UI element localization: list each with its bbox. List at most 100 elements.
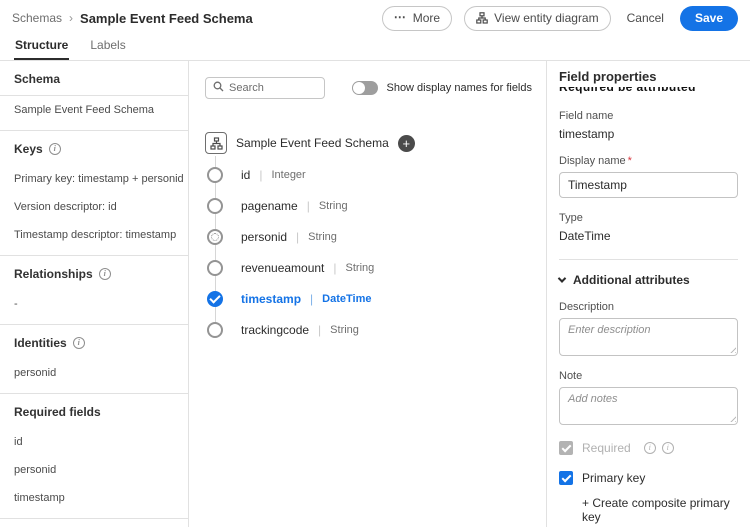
header-actions: ⋯ More View entity diagram Cancel Save [382, 6, 738, 31]
description-textarea[interactable] [559, 318, 738, 356]
type-separator: | [310, 292, 313, 306]
field-type: String [308, 231, 337, 243]
field-type: Integer [271, 169, 305, 181]
keys-item-version: Version descriptor: id [0, 193, 188, 221]
tab-labels[interactable]: Labels [89, 36, 126, 60]
display-names-toggle[interactable] [352, 81, 378, 95]
tab-structure[interactable]: Structure [14, 36, 69, 60]
field-properties-title: Field properties [559, 69, 738, 84]
section-keys-title: Keys i [0, 142, 188, 165]
type-separator: | [259, 168, 262, 182]
required-item-personid: personid [0, 456, 188, 484]
field-row-trackingcode[interactable]: trackingcode | String [205, 314, 546, 345]
identities-info-icon[interactable]: i [73, 337, 85, 349]
display-names-toggle-label: Show display names for fields [386, 82, 532, 94]
tab-bar: Structure Labels [0, 36, 750, 60]
additional-attributes-toggle[interactable]: Additional attributes [559, 273, 738, 287]
identity-field-icon[interactable] [207, 229, 223, 245]
field-row-pagename[interactable]: pagename | String [205, 190, 546, 221]
field-radio-icon[interactable] [207, 198, 223, 214]
required-item-id: id [0, 428, 188, 456]
required-checkbox[interactable] [559, 441, 573, 455]
relationships-info-icon[interactable]: i [99, 268, 111, 280]
view-entity-diagram-button[interactable]: View entity diagram [464, 6, 611, 31]
display-names-toggle-group[interactable]: Show display names for fields [352, 81, 532, 95]
field-type: DateTime [322, 293, 371, 305]
field-radio-icon[interactable] [207, 260, 223, 276]
breadcrumb-separator: › [69, 11, 73, 25]
selected-check-icon[interactable] [207, 291, 223, 307]
field-row-id[interactable]: id | Integer [205, 159, 546, 190]
required-checkbox-label: Required [582, 441, 631, 455]
required-icons: i i [644, 442, 674, 454]
note-textarea[interactable] [559, 387, 738, 425]
section-schema: Schema Sample Event Feed Schema [0, 61, 188, 131]
field-name-label: Field name [559, 110, 738, 122]
field-type: String [319, 200, 348, 212]
type-separator: | [307, 199, 310, 213]
type-separator: | [333, 261, 336, 275]
chevron-down-icon [558, 274, 566, 282]
content: Schema Sample Event Feed Schema Keys i P… [0, 61, 750, 527]
toggle-knob [353, 82, 365, 94]
field-radio-icon[interactable] [207, 322, 223, 338]
tree-root-row[interactable]: Sample Event Feed Schema + [205, 131, 546, 155]
primary-key-label: Primary key [582, 471, 645, 485]
field-type: String [346, 262, 375, 274]
schema-name-item[interactable]: Sample Event Feed Schema [0, 96, 188, 124]
display-name-label: Display name* [559, 155, 738, 167]
section-required-fields: Required fields id personid timestamp [0, 394, 188, 519]
schema-tree: Sample Event Feed Schema + id | Integer … [205, 131, 546, 345]
create-composite-primary-key-link[interactable]: + Create composite primary key [582, 496, 738, 524]
clipped-scrolled-text: Required be attributed [559, 87, 738, 96]
type-label: Type [559, 212, 738, 224]
required-checkbox-row[interactable]: Required i i [559, 441, 738, 455]
save-button[interactable]: Save [680, 6, 738, 31]
section-identities-title: Identities i [0, 336, 188, 359]
top-bar: Schemas › Sample Event Feed Schema ⋯ Mor… [0, 0, 750, 36]
field-name: trackingcode [241, 323, 309, 337]
description-label: Description [559, 301, 738, 313]
note-label: Note [559, 370, 738, 382]
keys-item-primary: Primary key: timestamp + personid [0, 165, 188, 193]
divider [559, 259, 738, 260]
required-item-timestamp: timestamp [0, 484, 188, 512]
keys-info-icon[interactable]: i [49, 143, 61, 155]
identities-item: personid [0, 359, 188, 387]
field-type: String [330, 324, 359, 336]
field-radio-icon[interactable] [207, 167, 223, 183]
display-name-label-text: Display name [559, 155, 626, 167]
search-input[interactable] [229, 82, 317, 94]
section-schema-title: Schema [0, 72, 188, 95]
field-name-value: timestamp [559, 127, 738, 141]
description-field-wrap [559, 318, 738, 356]
required-help-icon[interactable]: i [662, 442, 674, 454]
field-row-revenueamount[interactable]: revenueamount | String [205, 252, 546, 283]
field-name: timestamp [241, 292, 301, 306]
breadcrumb-schemas[interactable]: Schemas [12, 11, 62, 25]
type-separator: | [318, 323, 321, 337]
display-name-input[interactable] [559, 172, 738, 198]
section-identities-label: Identities [14, 336, 67, 350]
more-icon: ⋯ [394, 10, 407, 24]
more-button[interactable]: ⋯ More [382, 6, 452, 31]
field-row-personid[interactable]: personid | String [205, 221, 546, 252]
cancel-button[interactable]: Cancel [623, 6, 668, 31]
field-name: revenueamount [241, 261, 324, 275]
primary-key-checkbox[interactable] [559, 471, 573, 485]
entity-diagram-icon [476, 12, 488, 24]
field-search-box[interactable] [205, 77, 325, 99]
tree-toolbar: Show display names for fields [205, 77, 546, 99]
section-keys: Keys i Primary key: timestamp + personid… [0, 131, 188, 256]
primary-key-checkbox-row[interactable]: Primary key [559, 471, 738, 485]
schema-icon[interactable] [205, 132, 227, 154]
more-button-label: More [413, 11, 440, 25]
type-separator: | [296, 230, 299, 244]
field-row-timestamp-selected[interactable]: timestamp | DateTime [205, 283, 546, 314]
section-relationships: Relationships i - [0, 256, 188, 325]
add-field-button[interactable]: + [398, 135, 415, 152]
section-required-title: Required fields [0, 405, 188, 428]
schema-structure-panel: Show display names for fields Sample Eve… [189, 61, 546, 527]
required-info-icon[interactable]: i [644, 442, 656, 454]
search-icon [213, 79, 224, 97]
